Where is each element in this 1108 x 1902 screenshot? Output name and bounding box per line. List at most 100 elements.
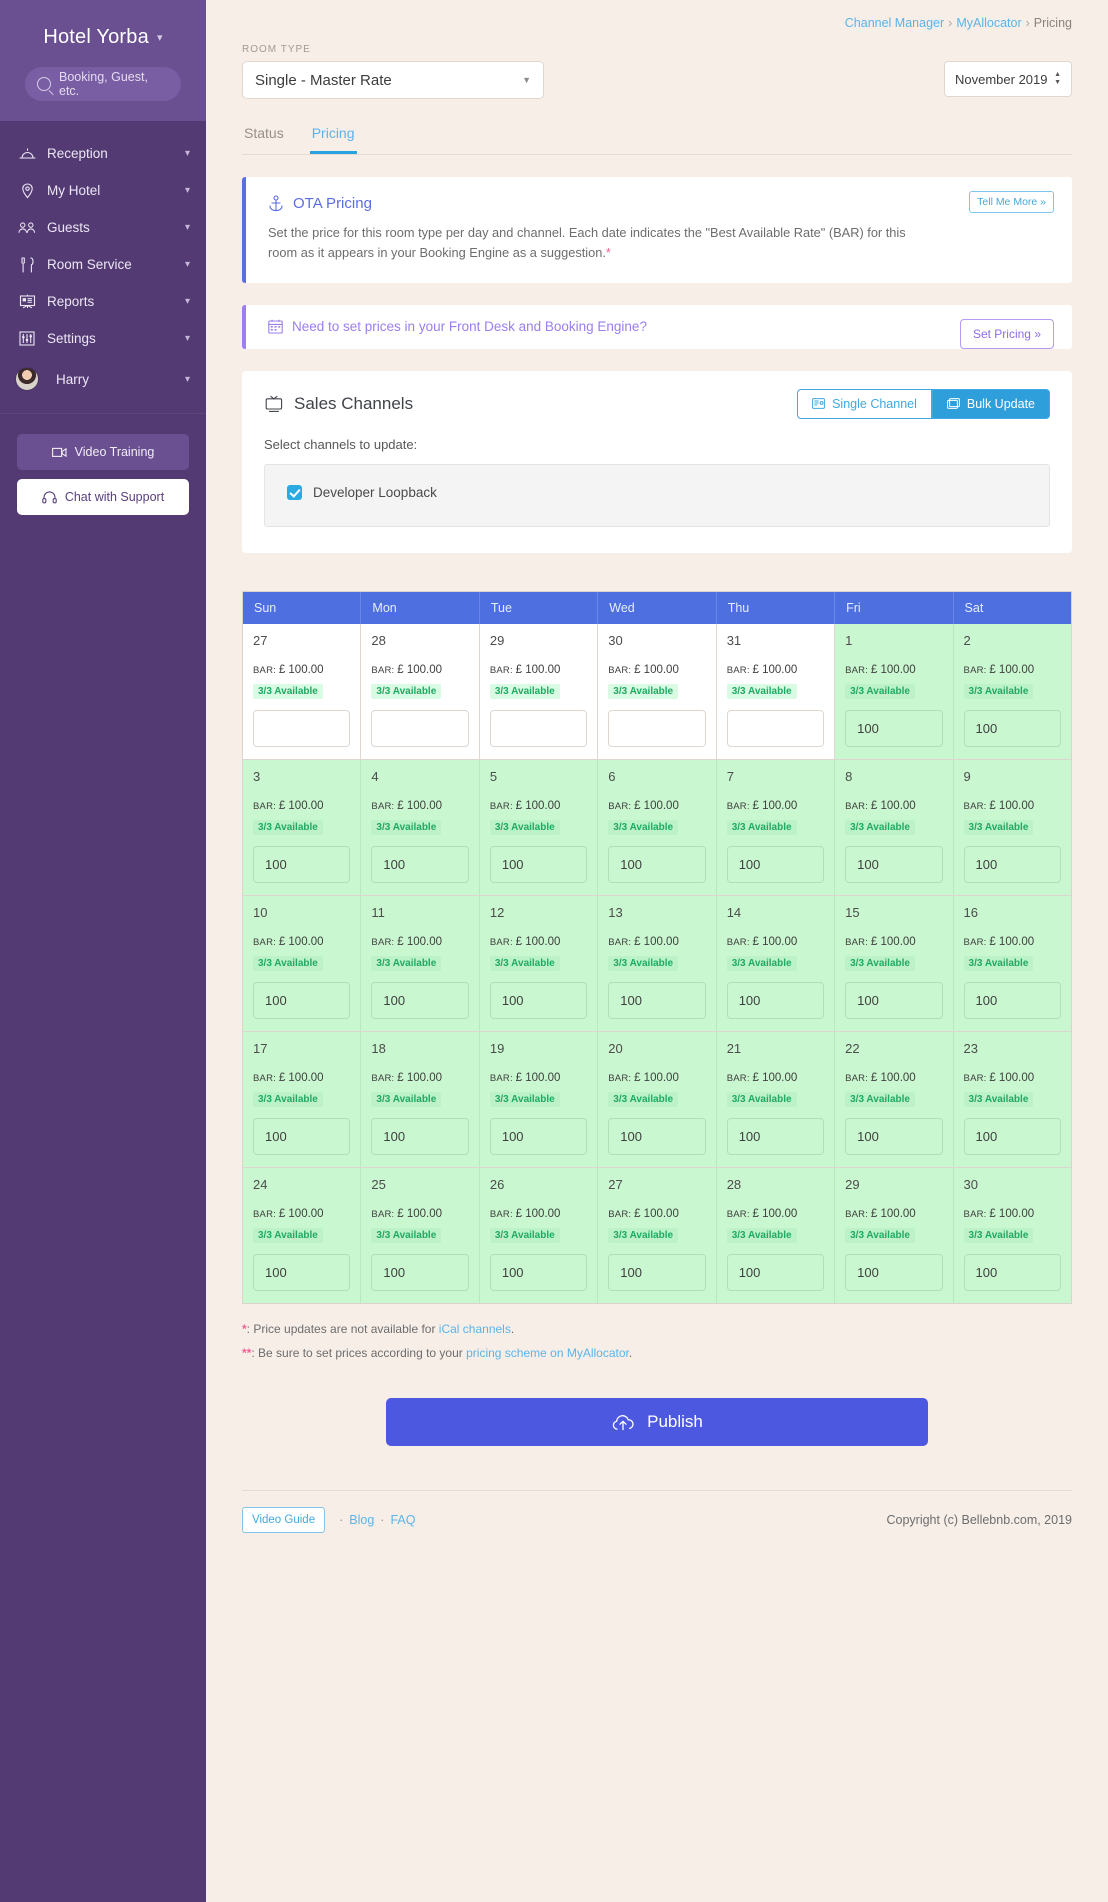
bulk-update-button[interactable]: Bulk Update xyxy=(931,388,1050,419)
price-input[interactable]: 100 xyxy=(489,845,588,883)
breadcrumb-separator: › xyxy=(1025,16,1030,30)
sidebar-item-reports[interactable]: Reports ▾ xyxy=(0,283,206,320)
search-input[interactable]: Booking, Guest, etc. xyxy=(25,67,181,101)
calendar-day-cell: 14 BAR: £ 100.00 3/3 Available 100 xyxy=(716,895,836,1031)
price-input[interactable]: 100 xyxy=(845,1117,943,1155)
video-training-button[interactable]: Video Training xyxy=(17,434,189,470)
availability-badge: 3/3 Available xyxy=(253,955,323,971)
price-input[interactable]: 100 xyxy=(371,1117,469,1155)
price-input[interactable]: 100 xyxy=(845,709,943,747)
bar-price: BAR: £ 100.00 xyxy=(371,1207,442,1220)
availability-badge: 3/3 Available xyxy=(489,683,560,699)
calendar-day-cell: 28 BAR: £ 100.00 3/3 Available xyxy=(361,623,480,759)
sidebar-item-my-hotel[interactable]: My Hotel ▾ xyxy=(0,172,206,209)
calendar-header-sat: Sat xyxy=(964,600,984,615)
channel-row[interactable]: Developer Loopback xyxy=(287,484,1027,500)
availability-badge: 3/3 Available xyxy=(489,1091,560,1107)
bar-price: BAR: £ 100.00 xyxy=(608,1071,679,1084)
calendar-day-cell: 21 BAR: £ 100.00 3/3 Available 100 xyxy=(716,1031,836,1167)
front-desk-panel-title[interactable]: Need to set prices in your Front Desk an… xyxy=(292,319,647,334)
availability-badge: 3/3 Available xyxy=(608,955,679,971)
price-input[interactable] xyxy=(371,709,469,747)
price-input[interactable]: 100 xyxy=(253,1253,351,1291)
price-input[interactable]: 100 xyxy=(253,981,351,1019)
calendar-day-cell: 30 BAR: £ 100.00 3/3 Available xyxy=(598,623,717,759)
day-number: 17 xyxy=(253,1040,268,1056)
guests-icon xyxy=(18,221,36,234)
publish-button[interactable]: Publish xyxy=(386,1397,928,1446)
price-input[interactable]: 100 xyxy=(608,845,706,883)
tab-status[interactable]: Status xyxy=(242,119,286,154)
price-input[interactable]: 100 xyxy=(371,1253,469,1291)
price-input[interactable]: 100 xyxy=(253,845,351,883)
price-input[interactable]: 100 xyxy=(963,1253,1061,1291)
day-number: 9 xyxy=(963,768,971,784)
bar-price: BAR: £ 100.00 xyxy=(253,1071,324,1084)
sidebar-item-reception[interactable]: Reception ▾ xyxy=(0,135,206,172)
price-input[interactable]: 100 xyxy=(845,845,943,883)
calendar-day-cell: 6 BAR: £ 100.00 3/3 Available 100 xyxy=(598,759,717,895)
availability-badge: 3/3 Available xyxy=(963,683,1034,699)
breadcrumb-myallocator[interactable]: MyAllocator xyxy=(956,16,1021,30)
blog-link[interactable]: Blog xyxy=(349,1513,374,1527)
price-input[interactable]: 100 xyxy=(963,845,1061,883)
calendar-header-sun: Sun xyxy=(243,591,362,624)
video-guide-button[interactable]: Video Guide xyxy=(242,1506,326,1533)
calendar-day-cell: 11 BAR: £ 100.00 3/3 Available 100 xyxy=(361,895,480,1031)
breadcrumb-channel-manager[interactable]: Channel Manager xyxy=(845,16,944,30)
tell-me-more-button[interactable]: Tell Me More » xyxy=(969,191,1054,213)
brand-selector[interactable]: Hotel Yorba ▾ xyxy=(0,26,206,49)
month-selector[interactable]: November 2019 ▲ ▼ xyxy=(944,61,1072,97)
price-input[interactable]: 100 xyxy=(608,1117,706,1155)
price-input[interactable]: 100 xyxy=(371,845,469,883)
price-input[interactable]: 100 xyxy=(963,981,1061,1019)
price-input[interactable] xyxy=(608,709,706,747)
price-input[interactable]: 100 xyxy=(963,709,1061,747)
price-input[interactable]: 100 xyxy=(489,1117,588,1155)
sidebar-item-settings[interactable]: Settings ▾ xyxy=(0,320,206,357)
calendar-icon xyxy=(268,319,283,334)
price-input[interactable]: 100 xyxy=(371,981,469,1019)
calendar-day-cell: 29 BAR: £ 100.00 3/3 Available xyxy=(479,623,599,759)
price-input[interactable] xyxy=(489,709,588,747)
sidebar: Hotel Yorba ▾ Booking, Guest, etc. Recep… xyxy=(0,0,206,1902)
single-channel-button[interactable]: Single Channel xyxy=(797,388,932,419)
price-input[interactable]: 100 xyxy=(845,1253,943,1291)
price-input[interactable] xyxy=(726,709,825,747)
day-number: 22 xyxy=(845,1040,860,1056)
price-input[interactable]: 100 xyxy=(489,981,588,1019)
availability-badge: 3/3 Available xyxy=(253,683,323,699)
price-input[interactable] xyxy=(253,709,351,747)
faq-link[interactable]: FAQ xyxy=(390,1513,415,1527)
bar-price: BAR: £ 100.00 xyxy=(608,663,679,676)
set-pricing-button[interactable]: Set Pricing » xyxy=(959,318,1054,349)
sidebar-item-room-service[interactable]: Room Service ▾ xyxy=(0,246,206,283)
price-input[interactable]: 100 xyxy=(726,1253,825,1291)
pricing-scheme-link[interactable]: pricing scheme on MyAllocator xyxy=(466,1346,629,1360)
bar-price: BAR: £ 100.00 xyxy=(726,799,798,812)
price-input[interactable]: 100 xyxy=(489,1253,588,1291)
price-input[interactable]: 100 xyxy=(726,1117,825,1155)
availability-badge: 3/3 Available xyxy=(371,683,442,699)
calendar-day-cell: 27 BAR: £ 100.00 3/3 Available xyxy=(243,623,362,759)
price-input[interactable]: 100 xyxy=(845,981,943,1019)
calendar-day-cell: 5 BAR: £ 100.00 3/3 Available 100 xyxy=(479,759,599,895)
day-number: 23 xyxy=(963,1040,978,1056)
sidebar-item-guests[interactable]: Guests ▾ xyxy=(0,209,206,246)
price-input[interactable]: 100 xyxy=(726,845,825,883)
ical-channels-link[interactable]: iCal channels xyxy=(439,1322,511,1336)
stepper-arrows-icon[interactable]: ▲ ▼ xyxy=(1054,71,1061,86)
price-input[interactable]: 100 xyxy=(608,981,706,1019)
price-input[interactable]: 100 xyxy=(253,1117,351,1155)
bar-price: BAR: £ 100.00 xyxy=(608,935,679,948)
price-input[interactable]: 100 xyxy=(726,981,825,1019)
chat-support-button[interactable]: Chat with Support xyxy=(17,479,189,515)
tab-pricing[interactable]: Pricing xyxy=(309,119,357,154)
room-type-select[interactable]: Single - Master Rate ▼ xyxy=(242,61,544,99)
price-input[interactable]: 100 xyxy=(608,1253,706,1291)
price-input[interactable]: 100 xyxy=(963,1117,1061,1155)
breadcrumb-separator: › xyxy=(948,16,953,30)
channel-checkbox[interactable] xyxy=(287,484,302,500)
sidebar-item-user[interactable]: Harry ▾ xyxy=(0,357,206,401)
tv-icon xyxy=(264,395,284,413)
